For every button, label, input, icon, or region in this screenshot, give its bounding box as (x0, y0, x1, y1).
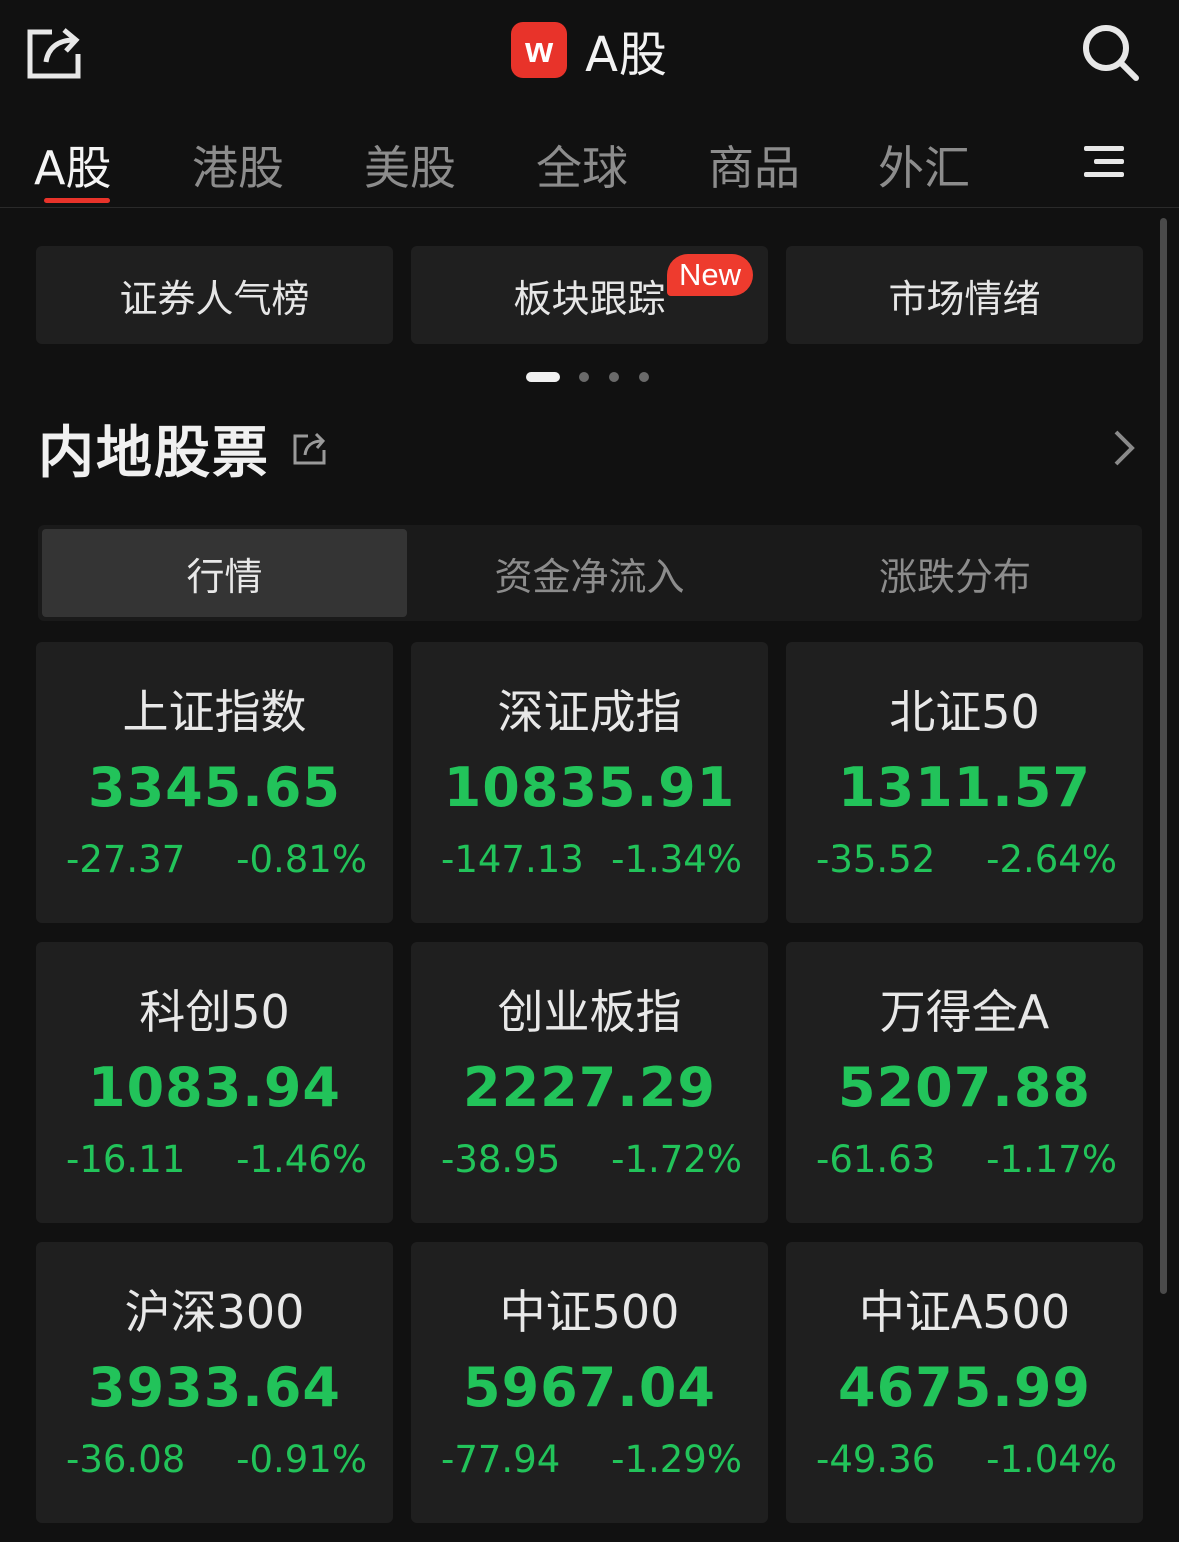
index-value: 4675.99 (838, 1356, 1091, 1419)
index-change: -35.52 (816, 838, 936, 881)
index-change: -38.95 (441, 1138, 561, 1181)
scrollbar[interactable] (1160, 218, 1167, 1294)
page-dot-active (526, 372, 560, 382)
top-bar: w A股 (0, 0, 1179, 100)
index-change: -147.13 (441, 838, 584, 881)
index-name: 北证50 (889, 685, 1040, 739)
search-icon (1083, 25, 1139, 81)
segment-net-inflow[interactable]: 资金净流入 (407, 529, 772, 617)
index-name: 中证500 (499, 1285, 680, 1339)
page-dot (609, 372, 619, 382)
index-name: 科创50 (139, 985, 290, 1039)
menu-icon (1084, 146, 1124, 177)
index-change-pct: -1.17% (986, 1138, 1117, 1181)
popular-stocks-button[interactable]: 证券人气榜 (36, 246, 393, 344)
index-change: -27.37 (66, 838, 186, 881)
new-badge: New (667, 254, 754, 296)
index-card-sse[interactable]: 上证指数 3345.65 -27.37 -0.81% (36, 642, 393, 923)
index-change: -49.36 (816, 1438, 936, 1481)
index-change-pct: -0.91% (236, 1438, 367, 1481)
index-change-pct: -1.34% (611, 838, 742, 881)
section-more-button[interactable] (1108, 428, 1138, 468)
active-tab-indicator (44, 198, 110, 203)
tab-hk-stocks[interactable]: 港股 (192, 132, 284, 198)
index-card-szse[interactable]: 深证成指 10835.91 -147.13 -1.34% (411, 642, 768, 923)
tab-global[interactable]: 全球 (536, 132, 628, 198)
tabs-menu-button[interactable] (1080, 140, 1128, 184)
page-indicator (0, 371, 1179, 383)
chevron-right-icon (1114, 430, 1135, 466)
popular-stocks-label: 证券人气榜 (119, 276, 310, 321)
tab-forex[interactable]: 外汇 (878, 132, 970, 198)
index-card-csi300[interactable]: 沪深300 3933.64 -36.08 -0.91% (36, 1242, 393, 1523)
index-card-csi500[interactable]: 中证500 5967.04 -77.94 -1.29% (411, 1242, 768, 1523)
index-change: -16.11 (66, 1138, 186, 1181)
app-logo: w (511, 22, 568, 78)
segment-advance-decline[interactable]: 涨跌分布 (772, 529, 1138, 617)
index-name: 创业板指 (497, 985, 682, 1039)
index-name: 万得全A (879, 985, 1050, 1039)
index-change-pct: -2.64% (986, 838, 1117, 881)
index-card-chinext[interactable]: 创业板指 2227.29 -38.95 -1.72% (411, 942, 768, 1223)
index-change-pct: -1.29% (611, 1438, 742, 1481)
app-title-group: w A股 (0, 18, 1179, 83)
market-sentiment-label: 市场情绪 (888, 276, 1041, 321)
tabs-overflow-fade (1020, 118, 1080, 206)
view-segment-control: 行情 资金净流入 涨跌分布 (38, 525, 1142, 621)
index-change: -61.63 (816, 1138, 936, 1181)
index-value: 3933.64 (88, 1356, 341, 1419)
page-dot (579, 372, 589, 382)
index-value: 1083.94 (88, 1056, 341, 1119)
section-share-button[interactable] (290, 428, 330, 468)
index-change-pct: -1.46% (236, 1138, 367, 1181)
index-name: 沪深300 (124, 1285, 305, 1339)
index-value: 2227.29 (463, 1056, 716, 1119)
page-dot (639, 372, 649, 382)
index-card-star50[interactable]: 科创50 1083.94 -16.11 -1.46% (36, 942, 393, 1223)
tab-commodities[interactable]: 商品 (708, 132, 800, 198)
share-icon (293, 432, 326, 465)
index-change: -77.94 (441, 1438, 561, 1481)
index-value: 3345.65 (88, 756, 341, 819)
index-value: 10835.91 (443, 756, 736, 819)
index-change: -36.08 (66, 1438, 186, 1481)
index-change-pct: -0.81% (236, 838, 367, 881)
segment-quotes[interactable]: 行情 (42, 529, 407, 617)
app-screen: w A股 A股 港股 美股 全球 商品 外汇 证券人气榜 板块跟踪 New 市场… (0, 0, 1179, 1542)
market-sentiment-button[interactable]: 市场情绪 (786, 246, 1143, 344)
index-card-wind-all-a[interactable]: 万得全A 5207.88 -61.63 -1.17% (786, 942, 1143, 1223)
index-name: 上证指数 (122, 685, 307, 739)
index-card-csi-a500[interactable]: 中证A500 4675.99 -49.36 -1.04% (786, 1242, 1143, 1523)
index-name: 中证A500 (858, 1285, 1071, 1339)
page-title: A股 (585, 27, 668, 83)
index-name: 深证成指 (497, 685, 682, 739)
search-button[interactable] (1078, 20, 1142, 84)
sector-tracking-label: 板块跟踪 (513, 276, 666, 321)
market-tabs: A股 港股 美股 全球 商品 外汇 (0, 118, 1179, 208)
section-title: 内地股票 (38, 421, 270, 486)
index-change-pct: -1.72% (611, 1138, 742, 1181)
tab-a-shares[interactable]: A股 (34, 132, 111, 198)
index-value: 5967.04 (463, 1356, 716, 1419)
index-card-bse50[interactable]: 北证50 1311.57 -35.52 -2.64% (786, 642, 1143, 923)
tab-us-stocks[interactable]: 美股 (364, 132, 456, 198)
index-change-pct: -1.04% (986, 1438, 1117, 1481)
index-value: 5207.88 (838, 1056, 1091, 1119)
index-value: 1311.57 (838, 756, 1091, 819)
